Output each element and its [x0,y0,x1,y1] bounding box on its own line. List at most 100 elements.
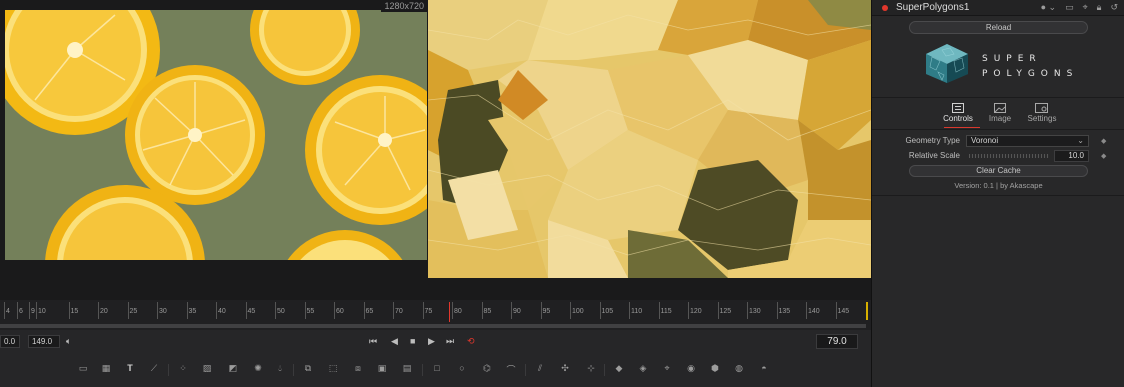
brush-tool-icon[interactable]: ⟋ [147,363,161,375]
inspector-tabs: Controls Image Settings [942,101,1058,123]
mask-tool-icon[interactable]: ◩ [226,363,240,375]
ellipse-mask-icon[interactable]: ○ [455,363,469,375]
logo-line-2: POLYGONS [982,69,1079,79]
text-tool-icon[interactable]: T [123,363,137,375]
shape3d-icon[interactable]: ◆ [612,363,626,375]
tab-controls-label: Controls [943,114,973,123]
bspline-mask-icon[interactable]: ⌒ [504,363,518,375]
renderer3d-icon[interactable]: ◉ [684,363,698,375]
ruler-tick-label: 9 [31,308,35,315]
relative-scale-label: Relative Scale [908,151,960,160]
ruler-tick [629,302,630,319]
planar-tracker-icon[interactable]: ✣ [558,363,572,375]
step-back-icon[interactable]: ◀ [391,336,398,347]
relative-scale-input[interactable]: 10.0 [1054,150,1089,162]
crop-tool-icon[interactable]: ⧈ [351,363,365,375]
go-to-end-icon[interactable]: ⏭︎ [446,336,454,347]
tools-toolbar: ▭ ▦ T ⟋ ⁘ ▨ ◩ ✺ 💧︎ ⧉ ⬚ ⧈ ▣ ▤ □ ○ ⌬ ⌒ ⫽ ✣… [0,354,871,387]
keyframe-icon[interactable]: ◆ [1101,137,1106,145]
loop-icon[interactable]: ⟲ [467,336,475,347]
gradient-tool-icon[interactable]: ▨ [200,363,214,375]
tab-settings[interactable]: Settings [1026,101,1058,123]
ruler-tick-label: 40 [218,308,226,315]
lemon-image [5,10,427,260]
range-scrollbar[interactable] [0,324,866,328]
render-end-marker[interactable] [866,302,868,320]
ruler-tick [570,302,571,319]
lock-icon[interactable]: 🔒︎ [1097,2,1102,13]
ruler-tick [127,302,129,319]
paint-tool-icon[interactable]: ▦ [99,363,113,375]
ruler-tick-label: 20 [100,308,108,315]
background-tool-icon[interactable]: ▭ [76,363,90,375]
inspector-header: SuperPolygons1 ● ⌄ ▭ ⌖ 🔒︎ ↺ [872,0,1124,16]
ruler-tick [806,302,807,319]
ruler-tick-label: 85 [483,308,492,315]
ruler-tick-label: 90 [513,308,521,315]
ruler-tick [717,302,719,319]
ruler-tick-label: 145 [837,308,850,315]
options-icon[interactable]: ● ⌄ [1041,2,1056,13]
timeline-ruler[interactable]: 4 6 9 10 15 20 25 30 35 40 45 50 55 60 65 70 75 80 85 90 95 1… [0,300,871,330]
image-plane-icon[interactable]: ⌖ [660,363,674,375]
ruler-tick [422,302,424,319]
relative-scale-slider[interactable] [969,154,1049,158]
keyframe-icon[interactable]: ◆ [1101,152,1106,160]
viewer-right[interactable] [427,0,871,300]
global-end-field[interactable]: 149.0 [28,335,60,348]
transform-tool-icon[interactable]: ⬚ [326,363,340,375]
pin-icon[interactable]: ⌖ [1083,2,1088,13]
polygon-mask-icon[interactable]: ⌬ [480,363,494,375]
tab-settings-label: Settings [1027,114,1057,123]
audio-icon[interactable]: 🔈︎ [66,336,71,347]
divider [872,195,1124,196]
ruler-tick [835,302,837,319]
current-frame-field[interactable]: 79.0 [816,334,858,349]
camera-tracker-icon[interactable]: ⊹ [584,363,598,375]
transport-bar: 0.0 149.0 🔈︎ ⏮︎ ◀ ■ ▶ ⏭︎ ⟲ 79.0 [0,330,871,354]
camera3d-icon[interactable]: ◍ [732,363,746,375]
viewer-left[interactable]: 1280x720 [0,0,427,300]
ruler-tick-label: 105 [601,308,614,315]
logo-text: SUPER POLYGONS [982,52,1078,82]
geometry-type-select[interactable]: Voronoi ⌄ [966,135,1089,147]
light3d-icon[interactable]: ◓ [757,363,771,375]
ruler-tick [36,302,37,319]
ruler-tick-label: 6 [19,308,23,315]
reload-button[interactable]: Reload [909,21,1088,34]
ruler-tick [747,302,748,319]
ruler-tick [599,302,601,319]
chevron-down-icon: ⌄ [1077,136,1084,145]
reset-icon[interactable]: ↺ [1110,2,1118,13]
clear-cache-button[interactable]: Clear Cache [909,165,1088,177]
divider [872,97,1124,98]
brightness-tool-icon[interactable]: ✺ [251,363,265,375]
merge3d-icon[interactable]: ⬢ [708,363,722,375]
tab-image[interactable]: Image [984,101,1016,123]
particles-tool-icon[interactable]: ⁘ [176,363,190,375]
ruler-tick [776,302,778,319]
resize-tool-icon[interactable]: ▣ [375,363,389,375]
tracker-tool-icon[interactable]: ⫽ [533,363,547,375]
ruler-tick-label: 130 [749,308,761,315]
ruler-tick-label: 50 [277,308,285,315]
viewer-tool-icon[interactable]: ▤ [400,363,414,375]
playhead[interactable] [449,302,450,322]
ruler-tick-label: 95 [542,308,551,315]
ruler-tick [157,302,158,319]
drop-tool-icon[interactable]: 💧︎ [273,363,287,375]
expand-icon[interactable]: ▭ [1065,2,1074,13]
ruler-tick-label: 100 [572,308,584,315]
text3d-icon[interactable]: ◈ [636,363,650,375]
settings-icon [1026,101,1058,114]
stop-icon[interactable]: ■ [410,336,415,346]
merge-tool-icon[interactable]: ⧉ [301,363,315,375]
global-start-field[interactable]: 0.0 [0,335,20,348]
rectangle-mask-icon[interactable]: □ [430,363,444,375]
ruler-tick [275,302,276,319]
go-to-start-icon[interactable]: ⏮︎ [369,336,377,347]
tab-controls[interactable]: Controls [942,101,974,123]
divider [604,364,605,376]
ruler-tick [17,302,18,319]
play-icon[interactable]: ▶ [428,336,435,347]
